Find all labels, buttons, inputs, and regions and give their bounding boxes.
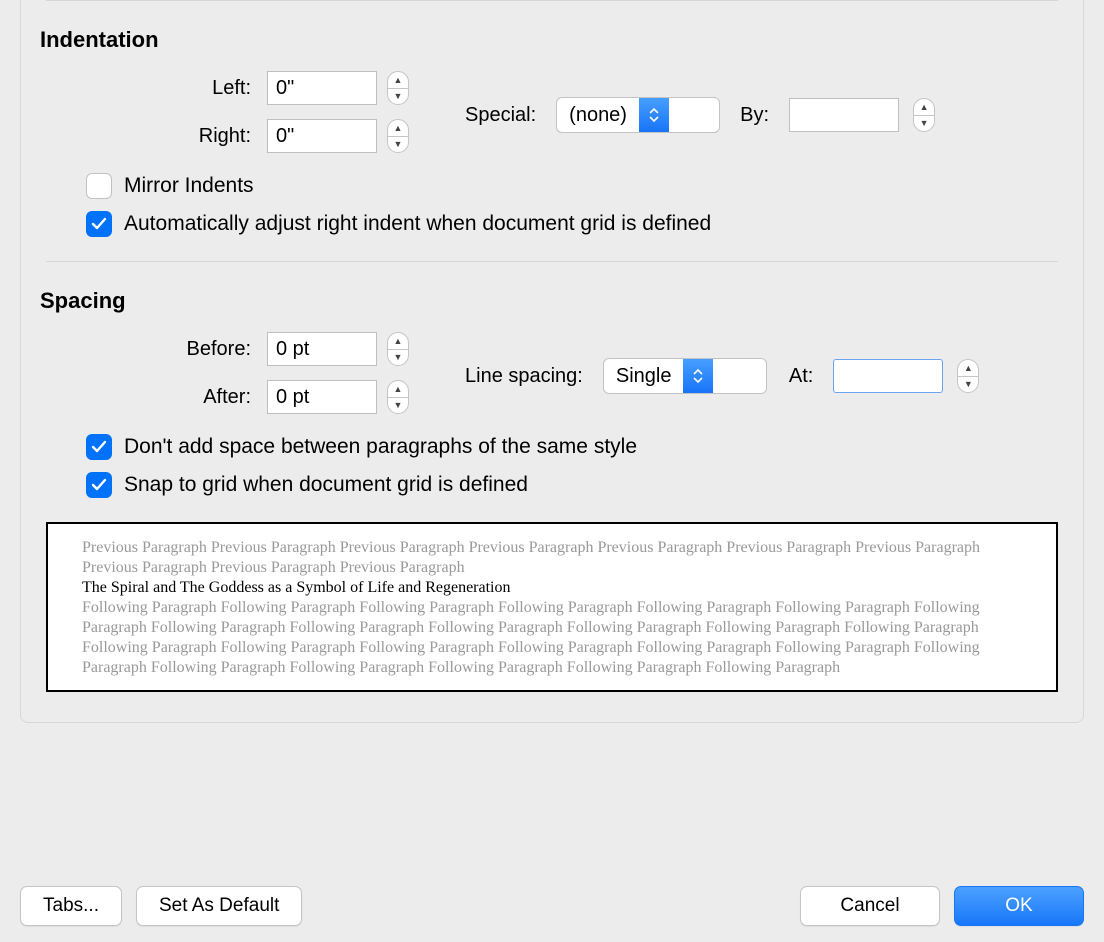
set-as-default-button[interactable]: Set As Default [136, 886, 302, 926]
indentation-heading: Indentation [40, 27, 1058, 53]
chevron-up-icon[interactable]: ▲ [388, 72, 408, 89]
snap-to-grid-label: Snap to grid when document grid is defin… [124, 473, 528, 497]
dont-add-space-label: Don't add space between paragraphs of th… [124, 435, 637, 459]
before-label: Before: [86, 338, 251, 361]
chevron-down-icon[interactable]: ▼ [388, 89, 408, 105]
snap-to-grid-checkbox[interactable] [86, 472, 112, 498]
tabs-button[interactable]: Tabs... [20, 886, 122, 926]
dont-add-space-checkbox[interactable] [86, 434, 112, 460]
chevron-down-icon[interactable]: ▼ [388, 398, 408, 414]
indent-right-input[interactable] [267, 119, 377, 153]
before-stepper[interactable]: ▲ ▼ [387, 332, 409, 366]
at-input[interactable] [833, 359, 943, 393]
preview-previous-text: Previous Paragraph Previous Paragraph Pr… [82, 538, 1022, 578]
ok-button[interactable]: OK [954, 886, 1084, 926]
auto-adjust-label: Automatically adjust right indent when d… [124, 212, 711, 236]
before-input[interactable] [267, 332, 377, 366]
by-label: By: [740, 104, 769, 127]
preview-sample-text: The Spiral and The Goddess as a Symbol o… [82, 578, 1022, 598]
auto-adjust-checkbox[interactable] [86, 211, 112, 237]
mirror-indents-checkbox[interactable] [86, 173, 112, 199]
chevron-down-icon[interactable]: ▼ [388, 137, 408, 153]
chevron-down-icon[interactable]: ▼ [958, 377, 978, 393]
section-divider-top [46, 0, 1058, 1]
mirror-indents-label: Mirror Indents [124, 174, 254, 198]
special-select-value: (none) [557, 98, 639, 132]
by-input[interactable] [789, 98, 899, 132]
at-label: At: [789, 365, 813, 388]
cancel-button[interactable]: Cancel [800, 886, 940, 926]
after-input[interactable] [267, 380, 377, 414]
special-select[interactable]: (none) [556, 97, 720, 133]
indent-right-label: Right: [86, 125, 251, 148]
spacing-heading: Spacing [40, 288, 1058, 314]
chevron-up-icon[interactable]: ▲ [388, 333, 408, 350]
updown-icon [683, 359, 713, 393]
chevron-up-icon[interactable]: ▲ [388, 381, 408, 398]
indent-right-stepper[interactable]: ▲ ▼ [387, 119, 409, 153]
after-stepper[interactable]: ▲ ▼ [387, 380, 409, 414]
chevron-down-icon[interactable]: ▼ [914, 116, 934, 132]
special-label: Special: [465, 104, 536, 127]
after-label: After: [86, 386, 251, 409]
chevron-up-icon[interactable]: ▲ [914, 99, 934, 116]
indent-left-input[interactable] [267, 71, 377, 105]
preview-following-text: Following Paragraph Following Paragraph … [82, 598, 1022, 678]
chevron-up-icon[interactable]: ▲ [958, 360, 978, 377]
line-spacing-value: Single [604, 359, 684, 393]
by-stepper[interactable]: ▲ ▼ [913, 98, 935, 132]
updown-icon [639, 98, 669, 132]
at-stepper[interactable]: ▲ ▼ [957, 359, 979, 393]
chevron-up-icon[interactable]: ▲ [388, 120, 408, 137]
indent-left-label: Left: [86, 77, 251, 100]
line-spacing-label: Line spacing: [465, 365, 583, 388]
paragraph-preview: Previous Paragraph Previous Paragraph Pr… [46, 522, 1058, 692]
indent-left-stepper[interactable]: ▲ ▼ [387, 71, 409, 105]
line-spacing-select[interactable]: Single [603, 358, 767, 394]
chevron-down-icon[interactable]: ▼ [388, 350, 408, 366]
section-divider-mid [46, 261, 1058, 262]
